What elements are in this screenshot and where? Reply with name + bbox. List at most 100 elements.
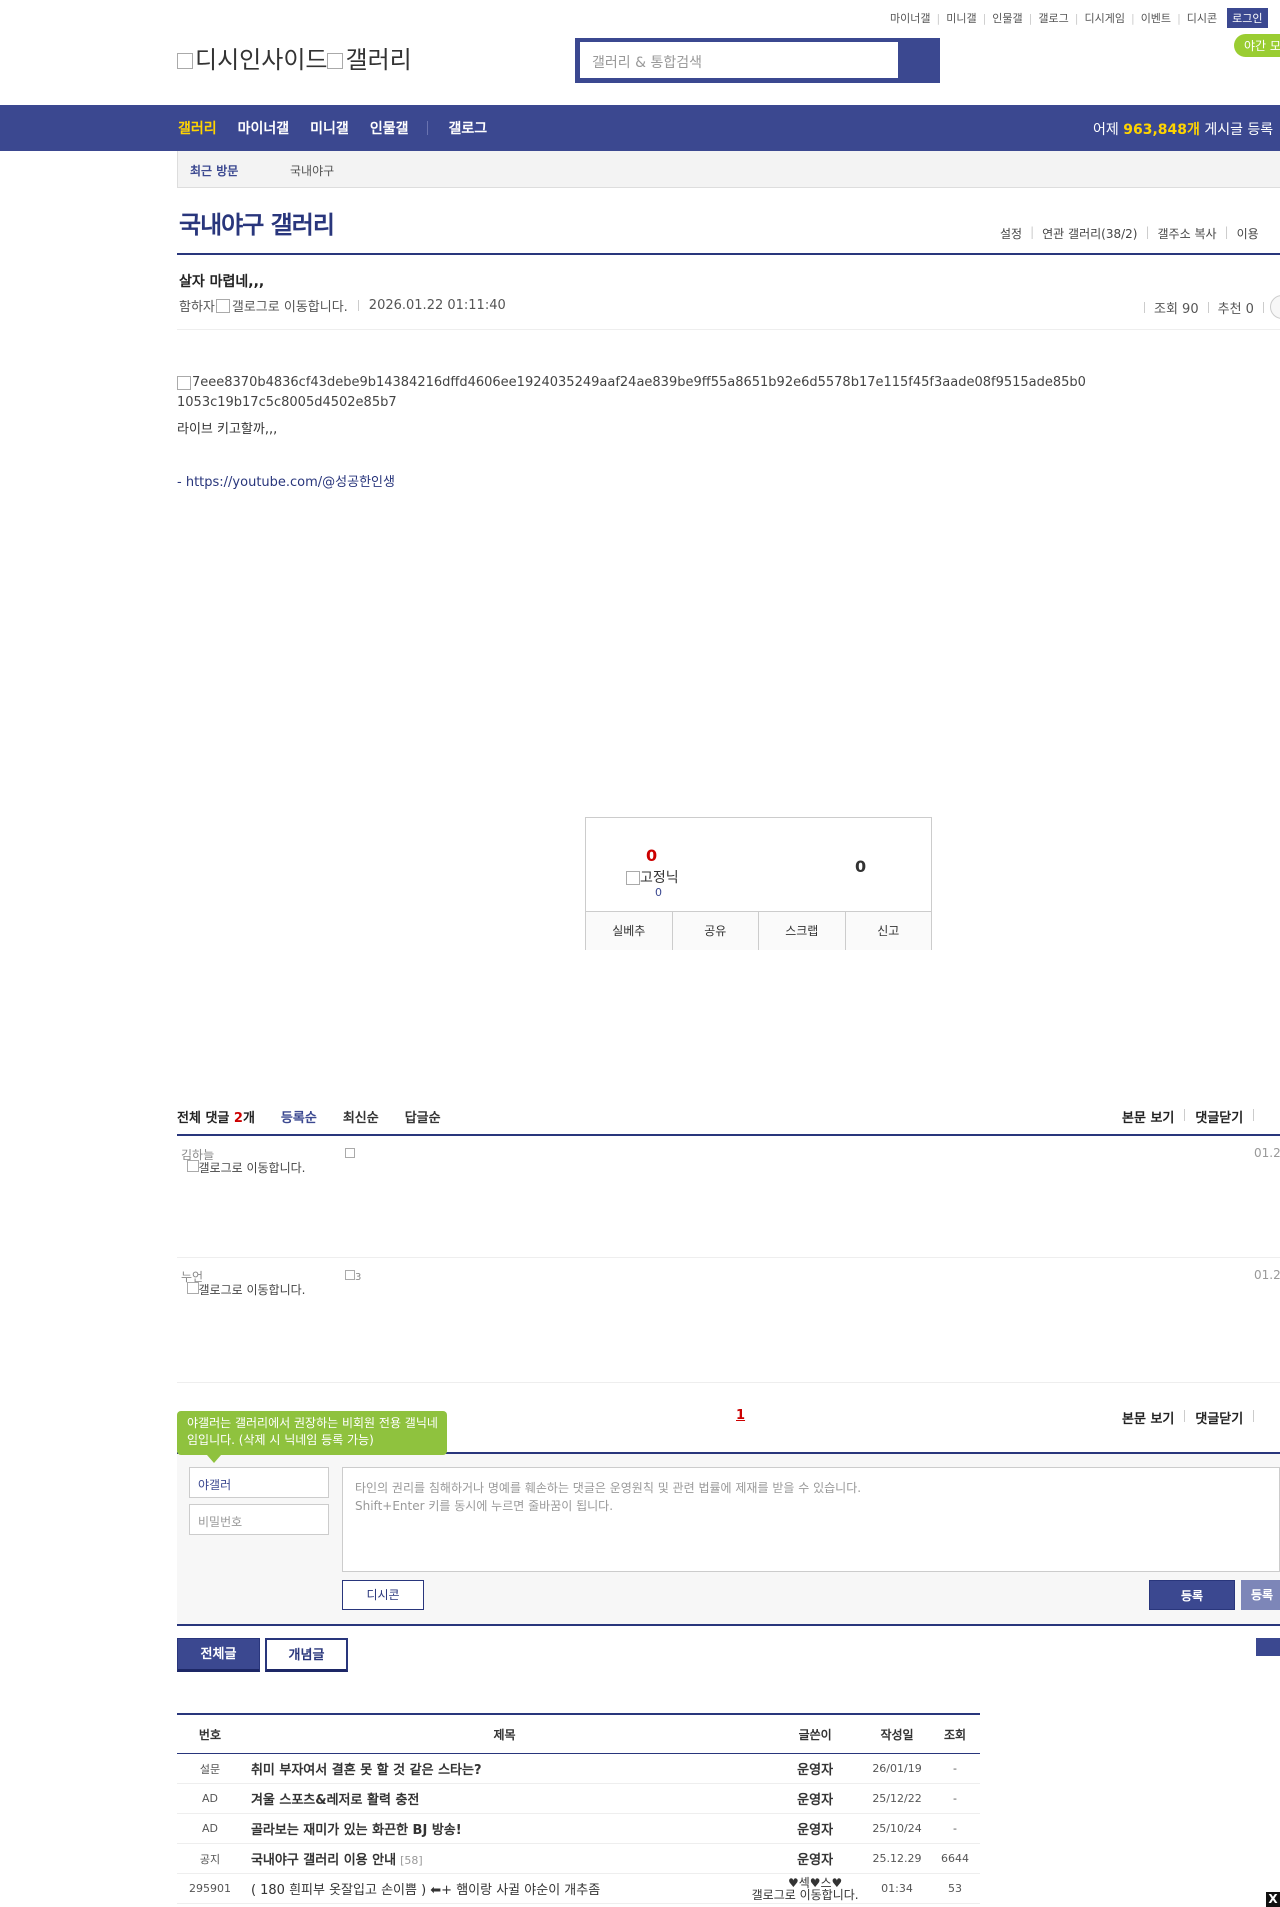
galog-icon[interactable] (215, 298, 230, 313)
gnb-item-galog[interactable]: 갤로그 (448, 118, 487, 138)
sort-tab-latest[interactable]: 최신순 (343, 1107, 379, 1126)
table-row[interactable]: AD 겨울 스포츠&레저로 활력 충전 운영자 25/12/22- (177, 1783, 980, 1814)
row-views: 6644 (929, 1843, 980, 1874)
password-field[interactable]: 비밀번호 (189, 1504, 329, 1535)
dccon-image: 3 (345, 1270, 365, 1284)
row-title-text[interactable]: ( 180 흰피부 옷잘입고 손이쁨 ) ⬅+ 햄이랑 사귈 야순이 개추좀 (251, 1883, 600, 1898)
report-button[interactable]: 신고 (846, 912, 932, 950)
search-input[interactable]: 갤러리 & 통합검색 (580, 42, 898, 78)
gallery-title[interactable]: 국내야구 갤러리 (179, 205, 335, 240)
top-link[interactable]: 디시게임 (1084, 10, 1124, 26)
post-author[interactable]: 함하자 (179, 296, 215, 315)
row-title-text[interactable]: 겨울 스포츠&레저로 활력 충전 (251, 1793, 419, 1808)
search-button[interactable] (898, 38, 940, 83)
top-link[interactable]: 이벤트 (1141, 10, 1171, 26)
tab-all-posts[interactable]: 전체글 (177, 1638, 260, 1672)
comments-count: 2 (233, 1111, 243, 1126)
header-views: 조회 (929, 1713, 980, 1754)
usage-link[interactable]: 이용 (1237, 225, 1259, 242)
gnb-item-minor[interactable]: 마이너갤 (238, 118, 290, 138)
row-title[interactable]: 골라보는 재미가 있는 화끈한 BJ 방송! (242, 1813, 767, 1844)
top-link[interactable]: 인물갤 (992, 10, 1022, 26)
table-row[interactable]: 공지 국내야구 갤러리 이용 안내 [58] 운영자 25.12.29 6644 (177, 1843, 980, 1874)
divider: | (982, 11, 987, 25)
row-writer[interactable]: 운영자 (766, 1753, 865, 1784)
sort-tab-registered[interactable]: 등록순 (281, 1107, 317, 1126)
textarea-placeholder-2: Shift+Enter 키를 동시에 누르면 줄바꿈이 됩니다. (355, 1499, 614, 1513)
row-title[interactable]: 겨울 스포츠&레저로 활력 충전 (242, 1783, 767, 1814)
comment-item: 김하늘 갤로그로 이동합니다. 10 01.22 (177, 1136, 1280, 1258)
table-row[interactable]: 설문 취미 부자여서 결혼 못 할 것 같은 스타는? 운영자 26/01/19- (177, 1753, 980, 1784)
gnb-item-gallery[interactable]: 갤러리 (178, 118, 217, 138)
recent-visit-item[interactable]: 국내야구 (290, 162, 334, 179)
galog-alt: 갤로그로 이동합니다. (231, 300, 348, 315)
site-logo[interactable]: 디시인사이드 갤러리 (177, 40, 412, 75)
comment-galog[interactable]: 갤로그로 이동합니다. (181, 1282, 311, 1296)
related-gallery-link[interactable]: 연관 갤러리(38/2) (1042, 225, 1137, 242)
row-number: 295901 (177, 1873, 243, 1904)
row-title-text[interactable]: 골라보는 재미가 있는 화끈한 BJ 방송! (251, 1823, 462, 1838)
post-datetime: 2026.01.22 01:11:40 (368, 298, 506, 313)
writer-nick[interactable]: ♥섹♥스♥ (767, 1877, 863, 1889)
divider: | (936, 11, 941, 25)
dccon-button[interactable]: 디시콘 (342, 1580, 424, 1610)
top-link[interactable]: 디시콘 (1187, 10, 1217, 26)
close-comments-button[interactable]: 댓글닫기 (1195, 1107, 1243, 1126)
real-best-button[interactable]: 실베추 (586, 912, 673, 950)
comment-textarea[interactable]: 타인의 권리를 침해하거나 명예를 훼손하는 댓글은 운영원칙 및 관련 법률에… (342, 1467, 1280, 1572)
copy-address-link[interactable]: 갤주소 복사 (1158, 225, 1217, 242)
write-post-button[interactable] (1256, 1638, 1280, 1656)
broken-image-icon (177, 375, 191, 390)
galog-icon (186, 1160, 199, 1172)
top-link[interactable]: 마이너갤 (890, 10, 930, 26)
top-link[interactable]: 미니갤 (946, 10, 976, 26)
divider: | (1224, 225, 1229, 239)
recommend-actions: 실베추 공유 스크랩 신고 (586, 911, 931, 950)
top-link[interactable]: 갤로그 (1038, 10, 1068, 26)
comment-galog[interactable]: 갤로그로 이동합니다. (181, 1160, 311, 1174)
post-title: 살자 마렵네,,, (179, 274, 265, 290)
night-mode-button[interactable]: 야간 모 (1234, 34, 1280, 57)
row-writer[interactable]: 운영자 (766, 1843, 865, 1874)
logo-image-icon (177, 53, 193, 69)
youtube-link[interactable]: https://youtube.com/@성공한인생 (186, 475, 395, 490)
table-row[interactable]: 295901 ( 180 흰피부 옷잘입고 손이쁨 ) ⬅+ 햄이랑 사귈 야순이… (177, 1873, 980, 1904)
broken-image-icon (345, 1270, 355, 1280)
login-button[interactable]: 로그인 (1227, 8, 1268, 28)
share-button[interactable]: 공유 (673, 912, 759, 950)
row-title-text[interactable]: 취미 부자여서 결혼 못 할 것 같은 스타는? (251, 1763, 482, 1778)
close-ad-button[interactable]: X (1266, 1892, 1280, 1907)
comments-header: 전체 댓글 2개 등록순 최신순 답글순 (177, 1107, 441, 1126)
table-row[interactable]: AD 골라보는 재미가 있는 화끈한 BJ 방송! 운영자 25/10/24- (177, 1813, 980, 1844)
gnb-item-mini[interactable]: 미니갤 (310, 118, 349, 138)
divider: | (1028, 11, 1033, 25)
row-title[interactable]: 국내야구 갤러리 이용 안내 [58] (242, 1843, 767, 1874)
comment-page-1[interactable]: 1 (736, 1408, 745, 1423)
stat-prefix: 어제 (1093, 122, 1124, 138)
scrap-button[interactable]: 스크랩 (759, 912, 846, 950)
view-post-button[interactable]: 본문 보기 (1122, 1408, 1174, 1427)
close-comments-button[interactable]: 댓글닫기 (1195, 1408, 1243, 1427)
recommend-up-button[interactable]: 0 고정닉 0 (586, 818, 726, 911)
view-post-button[interactable]: 본문 보기 (1122, 1107, 1174, 1126)
gnb-item-person[interactable]: 인물갤 (370, 118, 409, 138)
recommend-down-count[interactable]: 0 (855, 857, 866, 876)
reply-count[interactable]: [58] (400, 1854, 423, 1867)
row-writer[interactable]: 운영자 (766, 1783, 865, 1814)
row-title-text[interactable]: 국내야구 갤러리 이용 안내 (251, 1853, 396, 1868)
recommend-box: 0 고정닉 0 0 실베추 공유 스크랩 신고 (585, 817, 932, 950)
writer-galog-alt[interactable]: 갤로그로 이동합니다. (747, 1889, 863, 1901)
tab-concept-posts[interactable]: 개념글 (265, 1638, 348, 1672)
logo-text: 디시인사이드 (195, 46, 328, 74)
divider (1207, 302, 1209, 313)
row-writer[interactable]: 운영자 (766, 1813, 865, 1844)
nickname-field[interactable]: 야갤러 (189, 1467, 329, 1498)
sort-tab-replies[interactable]: 답글순 (405, 1107, 441, 1126)
row-title[interactable]: 취미 부자여서 결혼 못 할 것 같은 스타는? (242, 1753, 767, 1784)
row-title[interactable]: ( 180 흰피부 옷잘입고 손이쁨 ) ⬅+ 햄이랑 사귈 야순이 개추좀 (242, 1873, 767, 1904)
submit-button[interactable]: 등록 (1149, 1580, 1235, 1610)
row-writer[interactable]: ♥섹♥스♥ 갤로그로 이동합니다. (752, 1873, 865, 1904)
settings-link[interactable]: 설정 (1000, 225, 1022, 242)
post-image[interactable]: 7eee8370b4836cf43debe9b14384216dffd4606e… (177, 373, 1087, 413)
submit-with-recommend-button[interactable]: 등록 (1241, 1580, 1280, 1610)
